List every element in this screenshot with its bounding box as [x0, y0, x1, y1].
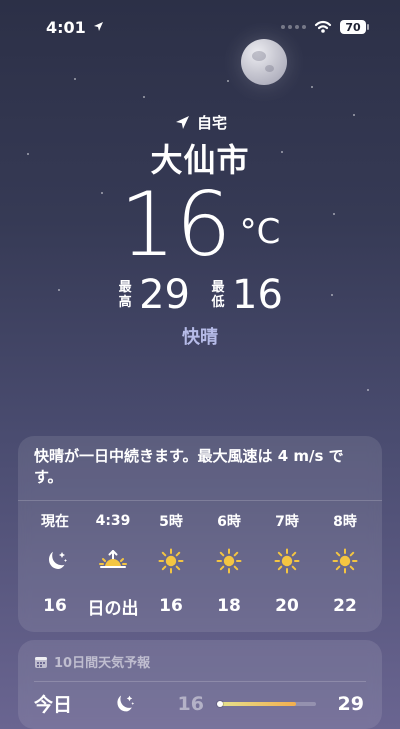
hour-temp: 18: [217, 596, 241, 616]
temperature-range-fill: [218, 701, 296, 706]
ten-day-title: 10日間天気予報: [54, 656, 151, 671]
location-name: 自宅: [196, 114, 227, 132]
hourly-forecast-list: 現在 16 4:39 日の出 5時 16 6時 18 7時 20 8時 22: [18, 501, 382, 625]
location-row[interactable]: 自宅: [0, 112, 400, 133]
status-right: 70: [281, 20, 369, 34]
sunrise-icon: [98, 541, 128, 581]
status-bar: 4:01 70: [0, 0, 400, 54]
hour-item-8: 8時 22: [316, 511, 374, 625]
calendar-icon: [34, 655, 48, 669]
battery-level: 70: [345, 20, 361, 34]
temperature-range-bar: [217, 700, 316, 707]
temperature-unit: °C: [239, 212, 281, 252]
hour-time: 7時: [275, 514, 299, 530]
hour-time: 現在: [41, 514, 69, 530]
daily-row-today[interactable]: 今日 16 29: [18, 682, 382, 717]
sun-icon: [157, 541, 185, 581]
hour-item-7: 7時 20: [258, 511, 316, 625]
day-label: 今日: [34, 694, 73, 716]
status-time: 4:01: [46, 17, 86, 37]
current-temperature: 16 °C: [0, 173, 400, 276]
temperature-value: 16: [119, 173, 232, 276]
high-label: 最高: [118, 280, 132, 310]
sun-icon: [273, 541, 301, 581]
day-low: 16: [177, 692, 204, 715]
low-label: 最低: [211, 280, 225, 310]
moon-stars-icon: [108, 691, 138, 717]
high-value: 29: [139, 272, 190, 318]
high-low-temperature: 最高 29 最低 16: [0, 275, 400, 315]
hour-item-5: 5時 16: [142, 511, 200, 625]
hourly-forecast-card[interactable]: 快晴が一日中続きます。最大風速は 4 m/s です。 現在 16 4:39 日の…: [18, 436, 382, 632]
hour-temp: 20: [275, 596, 299, 616]
hour-time: 5時: [159, 514, 183, 530]
wifi-icon: [314, 20, 332, 34]
high-temperature: 最高 29: [117, 275, 190, 315]
location-arrow-icon: [92, 21, 104, 33]
ten-day-header: 10日間天気予報: [18, 640, 382, 671]
hour-time: 4:39: [95, 513, 131, 529]
weather-condition: 快晴: [182, 327, 218, 348]
hour-temp: 22: [333, 596, 357, 616]
hour-item-sunrise: 4:39 日の出: [84, 511, 142, 625]
ten-day-forecast-card[interactable]: 10日間天気予報 今日 16 29: [18, 640, 382, 729]
hour-time: 6時: [217, 514, 241, 530]
forecast-summary: 快晴が一日中続きます。最大風速は 4 m/s です。: [18, 436, 382, 501]
status-left: 4:01: [46, 18, 104, 37]
moon-stars-icon: [41, 541, 69, 581]
hour-temp: 16: [43, 596, 67, 616]
hour-time: 8時: [333, 514, 357, 530]
sun-icon: [331, 541, 359, 581]
day-high: 29: [337, 692, 364, 715]
hour-temp: 日の出: [87, 598, 139, 619]
cellular-signal-icon: [281, 25, 306, 29]
low-temperature: 最低 16: [210, 272, 283, 318]
hour-temp: 16: [159, 596, 183, 616]
hour-item-now: 現在 16: [26, 511, 84, 625]
weather-hero: 自宅 大仙市 16 °C 最高 29 最低 16 快晴: [0, 112, 400, 349]
low-value: 16: [232, 272, 283, 318]
location-arrow-icon: [173, 114, 191, 132]
hour-item-6: 6時 18: [200, 511, 258, 625]
sun-icon: [215, 541, 243, 581]
battery-indicator: 70: [340, 20, 369, 34]
current-temperature-dot: [217, 700, 223, 707]
moon-icon: [241, 39, 287, 85]
